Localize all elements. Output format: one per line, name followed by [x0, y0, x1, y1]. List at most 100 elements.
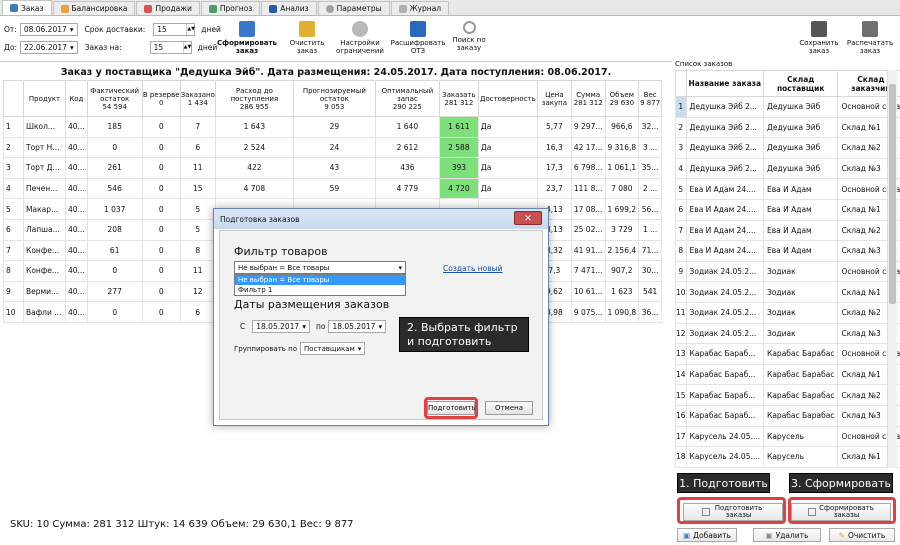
- table-cell[interactable]: Зодиак 24.05.2...: [685, 301, 765, 324]
- table-cell[interactable]: 32...: [638, 116, 663, 138]
- table-cell[interactable]: Да: [477, 116, 538, 138]
- table-cell[interactable]: Ева И Адам: [763, 240, 839, 262]
- row-number[interactable]: 6: [675, 198, 687, 221]
- table-cell[interactable]: Печен...: [23, 177, 66, 200]
- row-number[interactable]: 1: [675, 96, 687, 118]
- table-cell[interactable]: 0: [86, 301, 143, 323]
- date-to-picker[interactable]: 22.06.2017 ▾: [19, 41, 78, 54]
- row-number[interactable]: 7: [675, 219, 687, 242]
- limit-settings-button[interactable]: Настройки ограничений: [334, 21, 386, 55]
- column-header[interactable]: Заказано 1 434: [179, 80, 216, 117]
- table-cell[interactable]: 7: [179, 116, 216, 138]
- table-cell[interactable]: 0: [141, 280, 181, 303]
- column-header[interactable]: Достоверность: [477, 80, 538, 117]
- table-cell[interactable]: Ева И Адам: [763, 178, 839, 200]
- table-row[interactable]: 4 Печен... 40... 546 0 15 4 708 59 4 779 4 720 Да 2…: [3, 177, 663, 200]
- list-item[interactable]: 12 Зодиак 24.05.2... Зодиак Склад №3: [675, 322, 900, 345]
- row-number[interactable]: 16: [675, 404, 687, 427]
- table-cell[interactable]: 4 708: [214, 177, 294, 200]
- column-header[interactable]: Сумма 281 312: [570, 80, 606, 117]
- table-cell[interactable]: Лапша...: [23, 218, 66, 241]
- table-cell[interactable]: Дедушка Эйб 2...: [685, 137, 765, 159]
- table-cell[interactable]: 2 612: [374, 136, 440, 159]
- table-row[interactable]: 2 Торт Н... 40... 0 0 6 2 524 24 2 612 2 588 Да 16,…: [3, 136, 663, 159]
- table-cell[interactable]: Да: [477, 136, 538, 159]
- table-cell[interactable]: 35...: [638, 157, 663, 179]
- table-cell[interactable]: 30...: [638, 260, 663, 282]
- table-cell[interactable]: Зодиак 24.05.2...: [685, 260, 765, 283]
- row-number[interactable]: 5: [675, 178, 687, 200]
- table-cell[interactable]: 11: [179, 260, 216, 282]
- table-cell[interactable]: Ева И Адам 24....: [685, 178, 765, 200]
- row-number[interactable]: 3: [675, 137, 687, 159]
- list-item[interactable]: 8 Ева И Адам 24.... Ева И Адам Склад №3: [675, 240, 900, 262]
- row-number[interactable]: 2: [3, 136, 24, 159]
- table-cell[interactable]: 0: [141, 177, 181, 200]
- table-cell[interactable]: Торт Н...: [23, 136, 66, 159]
- table-cell[interactable]: 17 08...: [570, 198, 606, 220]
- table-cell[interactable]: 966,6: [604, 116, 640, 138]
- table-cell[interactable]: 40...: [65, 280, 88, 303]
- table-cell[interactable]: Зодиак 24.05.2...: [685, 281, 765, 303]
- row-number[interactable]: 9: [3, 280, 24, 303]
- search-order-button[interactable]: Поиск по заказу: [448, 21, 490, 52]
- table-cell[interactable]: Дедушка Эйб 2...: [685, 116, 765, 139]
- table-row[interactable]: 3 Торт Д... 40... 261 0 11 422 43 436 393 Да 17,3 6 …: [3, 157, 663, 179]
- list-item[interactable]: 7 Ева И Адам 24.... Ева И Адам Склад №2: [675, 219, 900, 242]
- table-cell[interactable]: 393: [438, 157, 479, 179]
- table-cell[interactable]: 40...: [65, 239, 88, 262]
- table-cell[interactable]: Ева И Адам 24....: [685, 198, 765, 221]
- table-cell[interactable]: 111 8...: [570, 177, 606, 200]
- table-cell[interactable]: 1 640: [374, 116, 440, 138]
- table-cell[interactable]: 40...: [65, 198, 88, 220]
- table-cell[interactable]: 4 779: [374, 177, 440, 200]
- column-header[interactable]: Название заказа: [685, 70, 765, 97]
- table-cell[interactable]: 0: [141, 301, 181, 323]
- table-cell[interactable]: Зодиак 24.05.2...: [685, 322, 765, 345]
- filter-option[interactable]: Не выбран = Все товары: [235, 275, 405, 285]
- row-number[interactable]: 4: [3, 177, 24, 200]
- table-cell[interactable]: 208: [86, 218, 143, 241]
- table-cell[interactable]: 2 524: [214, 136, 294, 159]
- table-cell[interactable]: 61: [86, 239, 143, 262]
- table-cell[interactable]: Дедушка Эйб: [763, 157, 839, 180]
- table-cell[interactable]: 7 471...: [570, 260, 606, 282]
- column-header[interactable]: Фактический остаток 54 594: [86, 80, 143, 117]
- list-item[interactable]: 11 Зодиак 24.05.2... Зодиак Склад №2: [675, 301, 900, 324]
- table-cell[interactable]: Карусель: [763, 425, 839, 448]
- table-cell[interactable]: Карусель: [763, 446, 839, 468]
- table-cell[interactable]: 16,3: [536, 136, 572, 159]
- table-cell[interactable]: 0: [141, 198, 181, 220]
- row-number[interactable]: 4: [675, 157, 687, 180]
- table-cell[interactable]: 56...: [638, 198, 663, 220]
- table-cell[interactable]: 907,2: [604, 260, 640, 282]
- clear-orders-button[interactable]: ✎ Очистить: [829, 528, 895, 542]
- list-item[interactable]: 9 Зодиак 24.05.2... Зодиак Основной скла: [675, 260, 900, 283]
- table-cell[interactable]: Конфе...: [23, 239, 66, 262]
- spin-arrows-icon[interactable]: ▲▼: [186, 24, 195, 35]
- table-cell[interactable]: 277: [86, 280, 143, 303]
- table-cell[interactable]: 546: [86, 177, 143, 200]
- tab-sales[interactable]: Продажи: [136, 1, 200, 15]
- table-cell[interactable]: 0: [141, 239, 181, 262]
- table-cell[interactable]: 261: [86, 157, 143, 179]
- add-order-button[interactable]: ▣ Добавить: [677, 528, 737, 542]
- list-item[interactable]: 4 Дедушка Эйб 2... Дедушка Эйб Склад №3: [675, 157, 900, 180]
- scrollbar-thumb[interactable]: [889, 84, 896, 304]
- list-item[interactable]: 6 Ева И Адам 24.... Ева И Адам Склад №1: [675, 198, 900, 221]
- row-number[interactable]: 14: [675, 363, 687, 386]
- table-cell[interactable]: 42 17...: [570, 136, 606, 159]
- table-cell[interactable]: 2 ...: [638, 177, 663, 200]
- table-cell[interactable]: 5: [179, 198, 216, 220]
- row-number[interactable]: 15: [675, 384, 687, 406]
- table-cell[interactable]: 25 02...: [570, 218, 606, 241]
- table-cell[interactable]: 9 075...: [570, 301, 606, 323]
- table-row[interactable]: 1 Школ... 40... 185 0 7 1 643 29 1 640 1 611 Да 5,7…: [3, 116, 663, 138]
- table-cell[interactable]: 23,7: [536, 177, 572, 200]
- table-cell[interactable]: 1 ...: [638, 218, 663, 241]
- table-cell[interactable]: Зодиак: [763, 301, 839, 324]
- table-cell[interactable]: 41 91...: [570, 239, 606, 262]
- row-number[interactable]: 7: [3, 239, 24, 262]
- spin-arrows-icon[interactable]: ▲▼: [182, 42, 191, 53]
- table-cell[interactable]: 6: [179, 301, 216, 323]
